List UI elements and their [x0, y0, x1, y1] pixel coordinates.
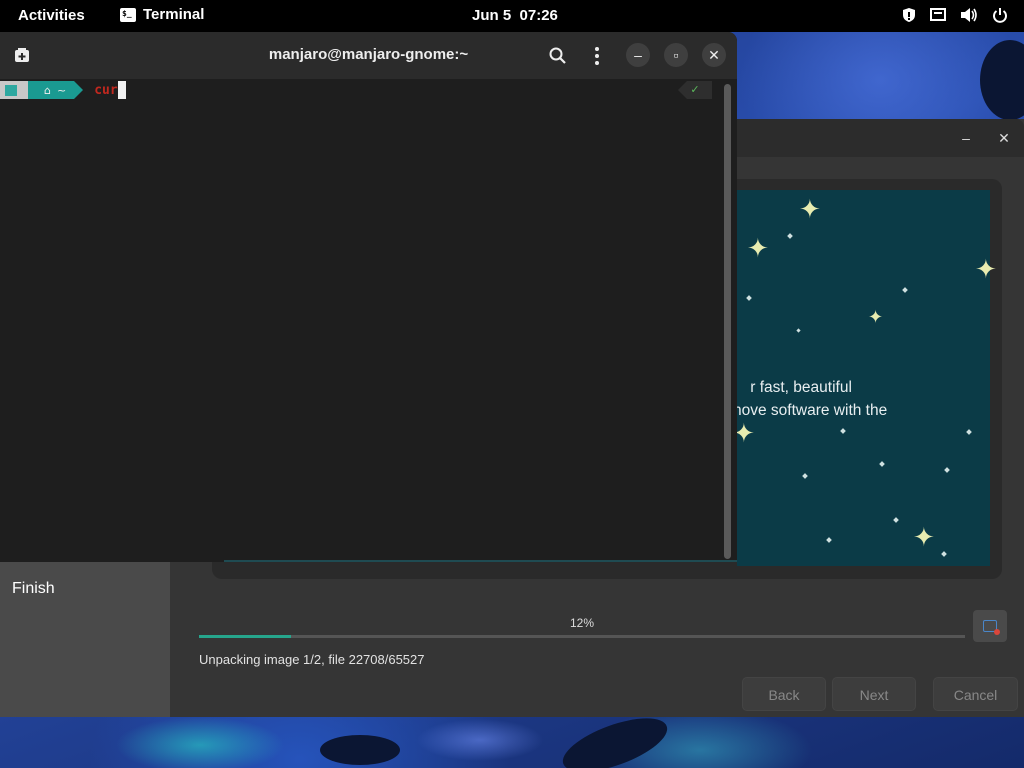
log-icon — [983, 620, 1000, 635]
shell-prompt: ⌂ ~ cur — [0, 81, 126, 99]
activities-button[interactable]: Activities — [18, 7, 85, 24]
search-icon[interactable] — [546, 44, 570, 68]
volume-icon[interactable] — [960, 7, 978, 23]
menu-icon[interactable] — [585, 44, 609, 68]
command-input[interactable]: cur — [94, 83, 117, 98]
home-icon: ⌂ — [44, 83, 51, 97]
back-button[interactable]: Back — [742, 677, 826, 711]
sidebar-item-finish: Finish — [12, 580, 55, 597]
terminal-scrollbar[interactable] — [724, 84, 731, 559]
exit-status-indicator: ✓ — [678, 81, 712, 99]
close-button[interactable]: ✕ — [702, 43, 726, 67]
maximize-button[interactable]: ▫ — [664, 43, 688, 67]
manjaro-logo-icon — [0, 81, 37, 99]
app-menu[interactable]: $_ Terminal — [120, 6, 204, 23]
slide-text-line2: nove software with the — [733, 402, 888, 419]
minimize-button[interactable]: – — [626, 43, 650, 67]
window-edge — [224, 560, 737, 562]
network-icon[interactable] — [930, 8, 946, 22]
clock-time: 07:26 — [519, 7, 558, 24]
top-bar: Activities $_ Terminal Jun 5 07:26 — [0, 0, 1024, 32]
installer-minimize-button[interactable]: – — [954, 126, 978, 150]
installer-sidebar: Finish — [0, 560, 170, 717]
app-name: Terminal — [143, 6, 205, 23]
prompt-directory: ⌂ ~ — [28, 81, 84, 99]
terminal-window[interactable]: manjaro@manjaro-gnome:~ – ▫ ✕ ⌂ ~ cur ✓ — [0, 32, 737, 562]
progress-bar-fill — [199, 635, 291, 638]
clock-date: Jun 5 — [472, 7, 512, 24]
text-cursor — [117, 81, 126, 99]
terminal-icon: $_ — [120, 7, 136, 22]
progress-bar — [199, 635, 965, 638]
slideshow-text: r fast, beautiful nove software with the — [733, 376, 993, 422]
terminal-headerbar[interactable]: manjaro@manjaro-gnome:~ – ▫ ✕ — [0, 32, 737, 79]
next-button[interactable]: Next — [832, 677, 916, 711]
slide-text-line1: r fast, beautiful — [750, 379, 852, 396]
progress-percent: 12% — [569, 616, 595, 630]
clock[interactable]: Jun 5 07:26 — [472, 7, 558, 24]
power-icon[interactable] — [992, 7, 1008, 23]
installer-close-button[interactable]: ✕ — [992, 126, 1016, 150]
prompt-dir-text: ~ — [56, 83, 67, 97]
cancel-button[interactable]: Cancel — [933, 677, 1018, 711]
system-tray[interactable] — [902, 7, 1008, 23]
install-status-text: Unpacking image 1/2, file 22708/65527 — [199, 652, 425, 667]
security-icon[interactable] — [902, 7, 916, 23]
toggle-log-button[interactable] — [973, 610, 1007, 642]
